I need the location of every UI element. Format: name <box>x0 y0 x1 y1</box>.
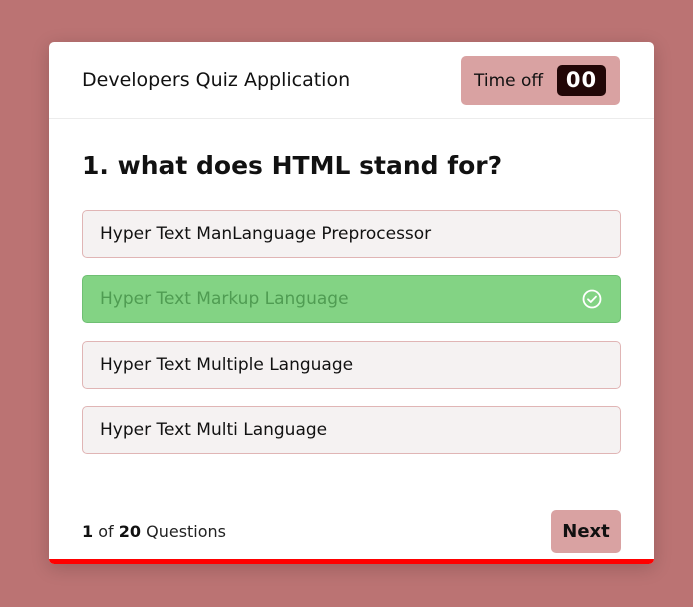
progress-fill <box>49 559 654 564</box>
quiz-header: Developers Quiz Application Time off 00 <box>49 42 654 119</box>
counter-suffix: Questions <box>146 522 227 541</box>
current-question-number: 1 <box>82 522 94 541</box>
option-label: Hyper Text Multiple Language <box>100 355 354 375</box>
option-3[interactable]: Hyper Text Multiple Language <box>82 341 621 389</box>
app-title: Developers Quiz Application <box>82 69 351 91</box>
option-4[interactable]: Hyper Text Multi Language <box>82 406 621 454</box>
progress-bar <box>49 559 654 564</box>
quiz-box: Developers Quiz Application Time off 00 … <box>49 42 654 564</box>
option-label: Hyper Text ManLanguage Preprocessor <box>100 224 432 244</box>
option-label: Hyper Text Markup Language <box>100 289 349 309</box>
timer-label: Time off <box>474 70 544 91</box>
timer-value: 00 <box>557 65 606 96</box>
option-label: Hyper Text Multi Language <box>100 420 328 440</box>
option-2-correct[interactable]: Hyper Text Markup Language <box>82 275 621 323</box>
question-text: 1. what does HTML stand for? <box>82 151 503 180</box>
question-counter: 1 of 20 Questions <box>82 521 226 543</box>
check-circle-icon <box>582 289 602 309</box>
quiz-footer: 1 of 20 Questions Next <box>49 501 654 559</box>
option-1[interactable]: Hyper Text ManLanguage Preprocessor <box>82 210 621 258</box>
timer: Time off 00 <box>461 56 620 105</box>
counter-of-text: of <box>98 522 114 541</box>
total-questions-number: 20 <box>118 522 142 541</box>
next-button[interactable]: Next <box>551 510 621 553</box>
